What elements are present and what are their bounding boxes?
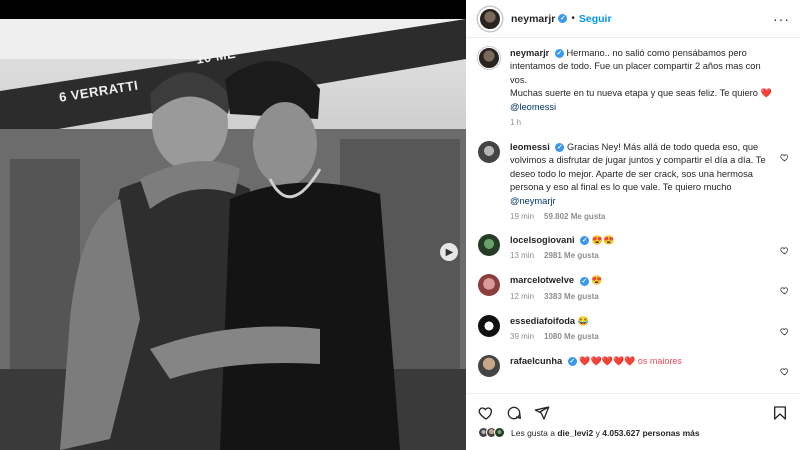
caption-mention[interactable]: @leomessi bbox=[510, 102, 556, 112]
comment-text: marcelotwelve ✓ 😍 bbox=[510, 274, 772, 287]
comment-mention[interactable]: @neymarjr bbox=[510, 196, 556, 206]
caption-time[interactable]: 1 h bbox=[510, 118, 521, 127]
commenter-username[interactable]: locelsogiovani bbox=[510, 235, 575, 245]
like-comment-heart-icon[interactable] bbox=[780, 149, 788, 162]
comment-item: leomessi ✓ Gracias Ney! Más allá de todo… bbox=[478, 141, 788, 221]
verified-badge-icon: ✓ bbox=[554, 49, 564, 59]
like-comment-heart-icon[interactable] bbox=[780, 323, 788, 336]
commenter-username[interactable]: rafaelcunha bbox=[510, 356, 562, 366]
comment-text: locelsogiovani ✓ 😍😍 bbox=[510, 234, 772, 247]
comment-body: 😍😍 bbox=[591, 235, 615, 246]
caption-username[interactable]: neymarjr bbox=[510, 48, 549, 58]
likes-suffix[interactable]: personas más bbox=[642, 428, 699, 438]
heart-icon[interactable] bbox=[478, 405, 494, 421]
verified-badge-icon: ✓ bbox=[567, 357, 577, 367]
comment-time[interactable]: 19 min bbox=[510, 212, 534, 221]
comments-list[interactable]: neymarjr ✓ Hermano.. no salió como pensá… bbox=[466, 38, 800, 393]
verified-badge-icon: ✓ bbox=[555, 143, 565, 153]
comment-time[interactable]: 12 min bbox=[510, 292, 534, 301]
commenter-avatar[interactable] bbox=[478, 141, 500, 164]
caption-text: neymarjr ✓ Hermano.. no salió como pensá… bbox=[510, 47, 772, 114]
post-side-panel: neymarjr ✓ • Seguir ··· neymarjr ✓ Herma… bbox=[466, 0, 800, 450]
likes-prefix: Les gusta a bbox=[511, 427, 555, 438]
separator-dot: • bbox=[571, 13, 575, 24]
post-photo bbox=[0, 19, 466, 450]
photo-illustration bbox=[0, 19, 466, 450]
comment-meta: 13 min 2981 Me gusta bbox=[510, 251, 772, 260]
caption-line-2: Muchas suerte en tu nueva etapa y que se… bbox=[510, 88, 758, 99]
comment-meta: 12 min 3383 Me gusta bbox=[510, 292, 772, 301]
comment-item: marcelotwelve ✓ 😍 12 min 3383 Me gusta bbox=[478, 274, 788, 301]
comment-likes[interactable]: 2981 Me gusta bbox=[544, 251, 599, 260]
comment-body: 😍 bbox=[591, 275, 603, 286]
post-actions-bar bbox=[466, 393, 800, 431]
comment-body: 😂 bbox=[577, 315, 589, 326]
post-media: 6 VERRATTI 10 ME ▶ bbox=[0, 0, 466, 450]
likes-summary: Les gusta a die_levi2 y 4.053.627 person… bbox=[478, 427, 700, 438]
commenter-username[interactable]: leomessi bbox=[510, 142, 550, 152]
liker-avatars bbox=[478, 427, 505, 438]
verified-badge-icon: ✓ bbox=[579, 276, 589, 286]
comment-meta: 39 min 1080 Me gusta bbox=[510, 332, 772, 341]
comment-time[interactable]: 13 min bbox=[510, 251, 534, 260]
author-avatar[interactable] bbox=[478, 6, 502, 31]
chevron-right-icon: ▶ bbox=[445, 246, 454, 258]
likes-middle: y bbox=[595, 427, 600, 438]
like-comment-heart-icon[interactable] bbox=[780, 363, 788, 376]
top-black-bar bbox=[0, 0, 466, 19]
commenter-username[interactable]: essediafoifoda bbox=[510, 316, 575, 326]
comment-meta: 19 min 59.802 Me gusta bbox=[510, 212, 772, 221]
likes-user[interactable]: die_levi2 bbox=[557, 428, 593, 438]
author-username[interactable]: neymarjr bbox=[511, 13, 555, 25]
like-comment-heart-icon[interactable] bbox=[780, 282, 788, 295]
comment-body: ❤️❤️❤️❤️❤️ os maiores bbox=[579, 356, 682, 367]
follow-button[interactable]: Seguir bbox=[579, 13, 612, 25]
comment-item: essediafoifoda 😂 39 min 1080 Me gusta bbox=[478, 314, 788, 341]
comment-likes[interactable]: 3383 Me gusta bbox=[544, 292, 599, 301]
comment-text: leomessi ✓ Gracias Ney! Más allá de todo… bbox=[510, 141, 772, 208]
more-options-icon[interactable]: ··· bbox=[773, 11, 790, 27]
comment-likes[interactable]: 1080 Me gusta bbox=[544, 332, 599, 341]
likes-count[interactable]: 4.053.627 bbox=[602, 428, 640, 438]
comment-text: essediafoifoda 😂 bbox=[510, 315, 772, 328]
commenter-avatar[interactable] bbox=[478, 234, 500, 257]
comment-likes[interactable]: 59.802 Me gusta bbox=[544, 212, 605, 221]
like-comment-heart-icon[interactable] bbox=[780, 242, 788, 255]
share-icon[interactable] bbox=[534, 405, 550, 421]
verified-badge-icon: ✓ bbox=[558, 14, 568, 23]
caption-meta: 1 h bbox=[510, 118, 772, 127]
commenter-username[interactable]: marcelotwelve bbox=[510, 275, 574, 285]
comment-icon[interactable] bbox=[506, 405, 522, 421]
commenter-avatar[interactable] bbox=[478, 355, 500, 378]
red-heart-emoji: ❤️ bbox=[760, 88, 772, 99]
comment-item: rafaelcunha ✓ ❤️❤️❤️❤️❤️ os maiores bbox=[478, 355, 788, 378]
comment-text: rafaelcunha ✓ ❤️❤️❤️❤️❤️ os maiores bbox=[510, 355, 772, 368]
comment-time[interactable]: 39 min bbox=[510, 332, 534, 341]
commenter-avatar[interactable] bbox=[478, 274, 500, 297]
liker-avatar[interactable] bbox=[494, 427, 505, 438]
post-caption: neymarjr ✓ Hermano.. no salió como pensá… bbox=[478, 47, 788, 127]
comment-item: locelsogiovani ✓ 😍😍 13 min 2981 Me gusta bbox=[478, 234, 788, 260]
commenter-avatar[interactable] bbox=[478, 314, 500, 337]
next-image-button[interactable]: ▶ bbox=[440, 243, 458, 261]
post-header: neymarjr ✓ • Seguir ··· bbox=[466, 0, 800, 38]
verified-badge-icon: ✓ bbox=[580, 236, 590, 246]
caption-avatar[interactable] bbox=[478, 47, 500, 69]
bookmark-icon[interactable] bbox=[772, 405, 788, 421]
